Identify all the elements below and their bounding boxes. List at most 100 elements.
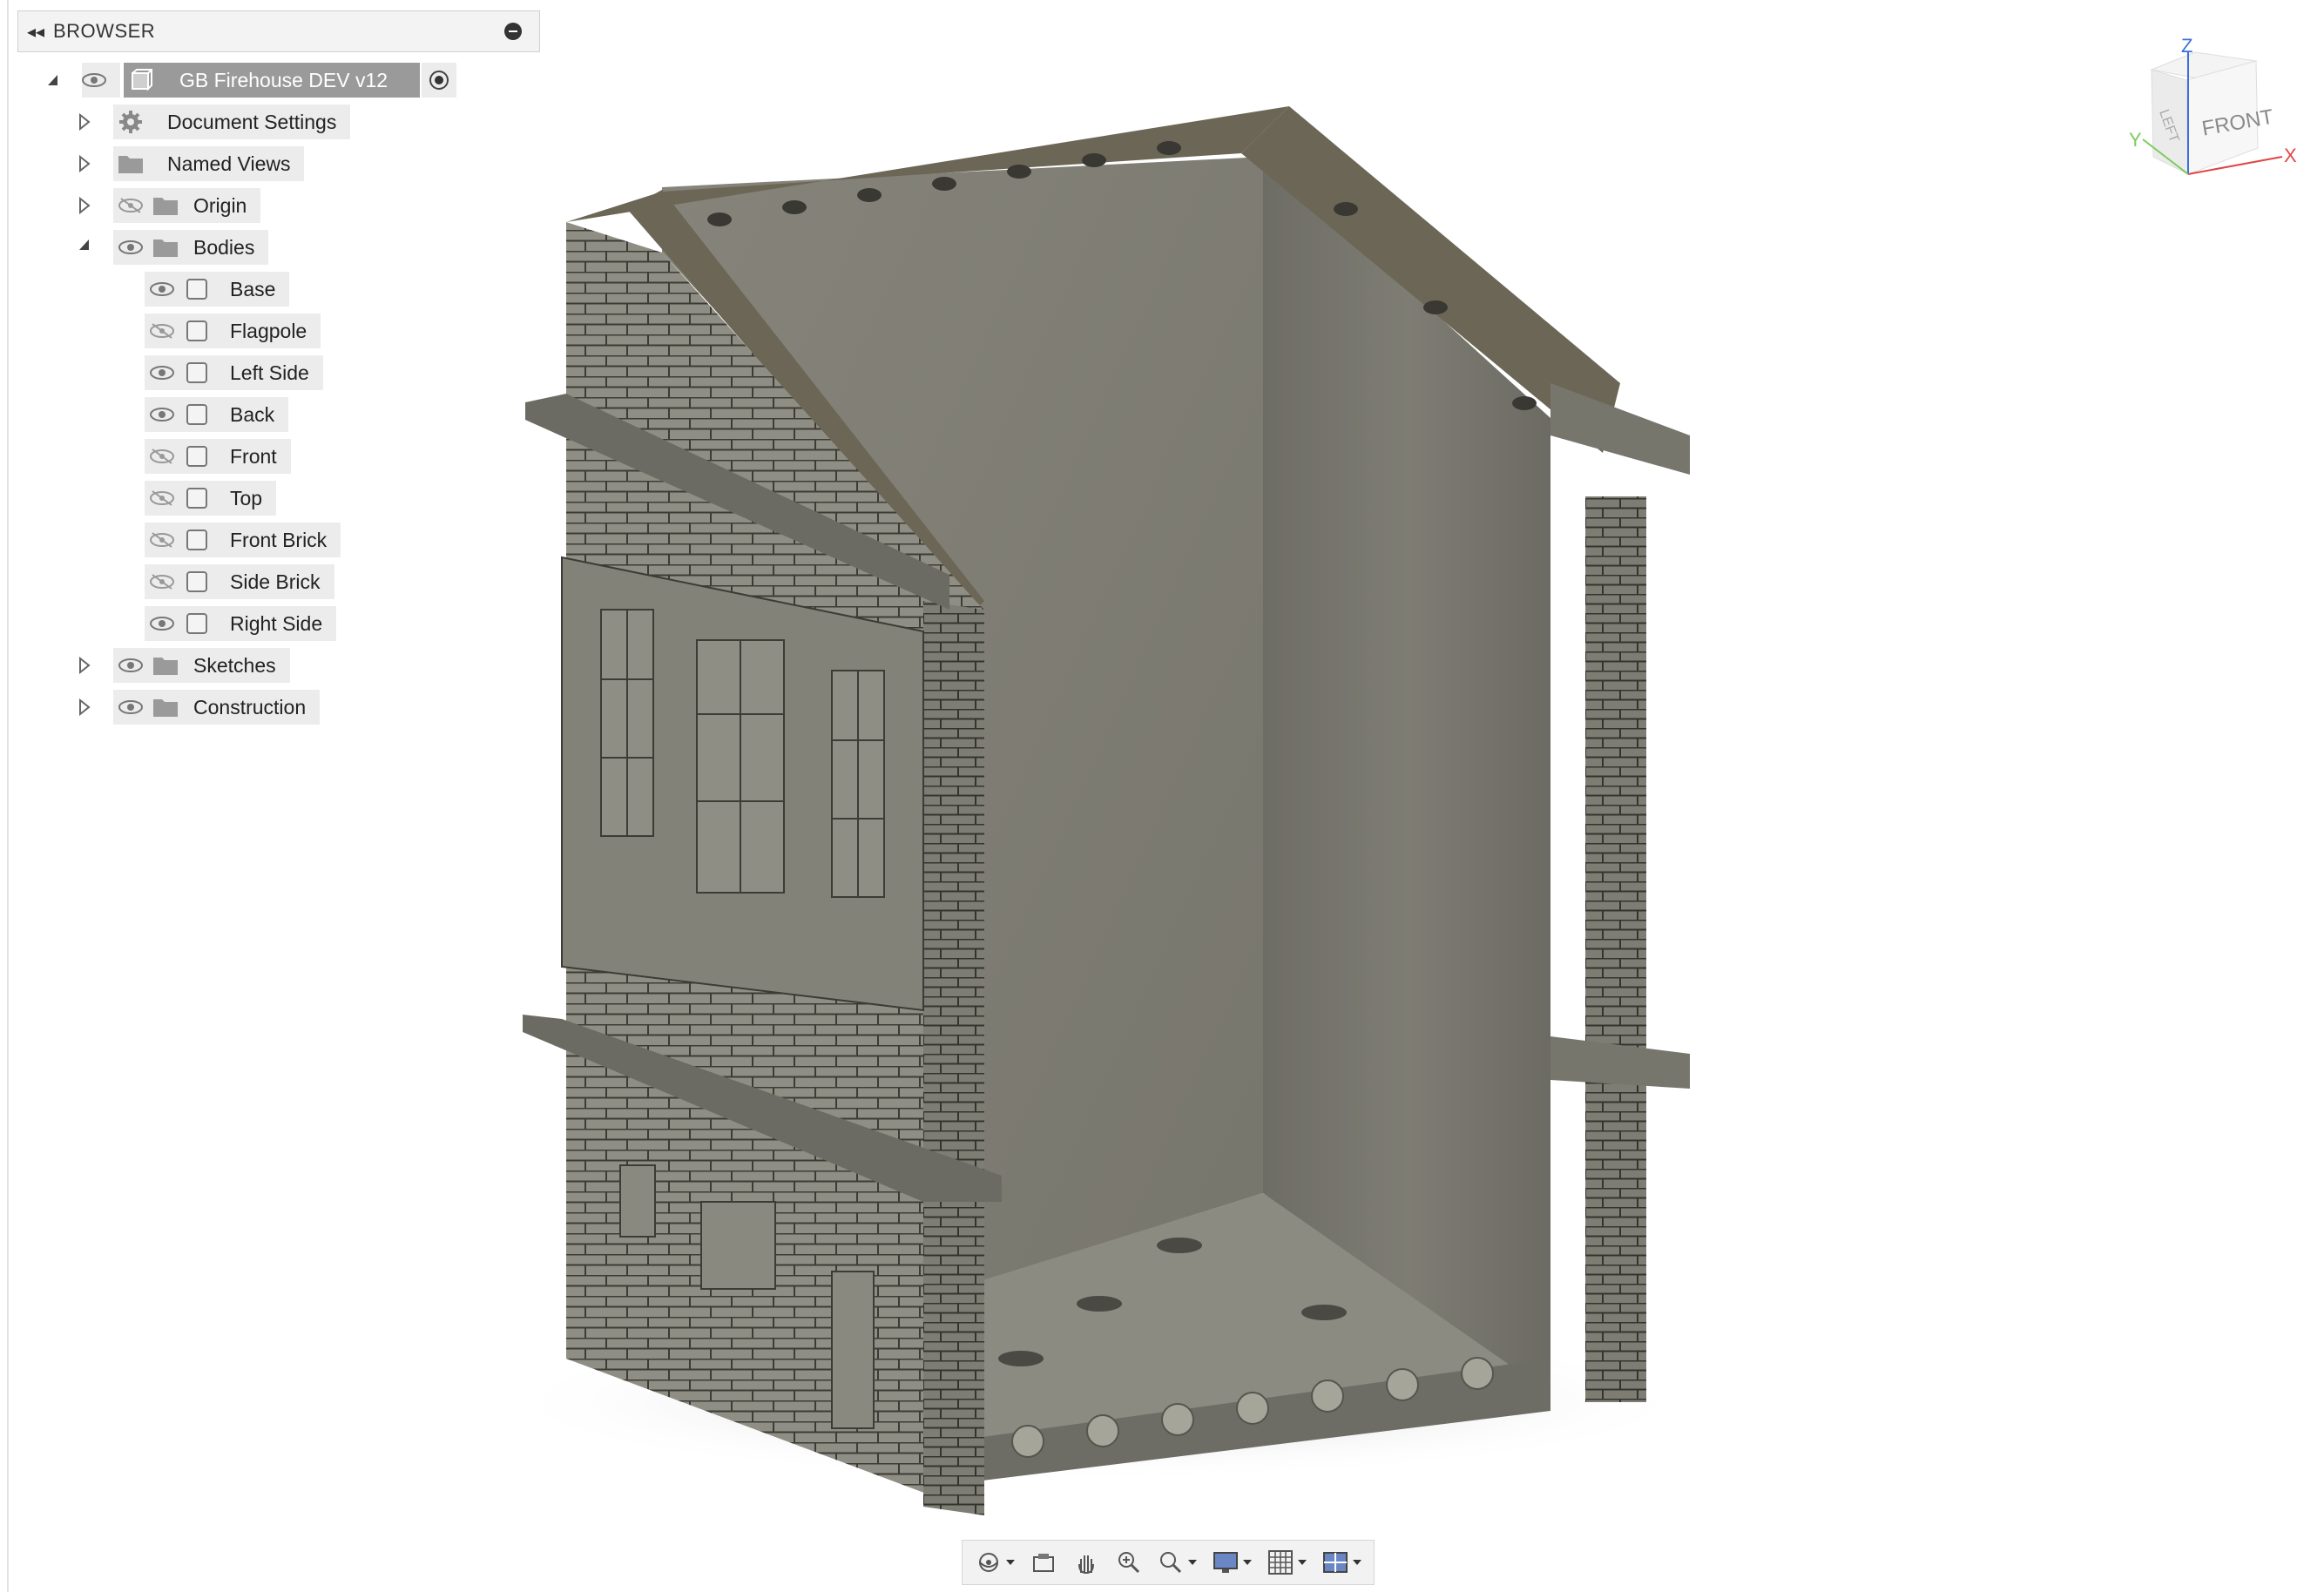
- grid-settings-button[interactable]: [1267, 1545, 1307, 1580]
- tree-item-right-side[interactable]: Right Side: [145, 606, 337, 641]
- expand-triangle-icon[interactable]: [78, 656, 94, 676]
- axis-z-label: Z: [2181, 35, 2192, 57]
- expand-triangle-icon[interactable]: [78, 112, 94, 132]
- folder-icon: [113, 146, 148, 181]
- eye-icon[interactable]: [145, 397, 179, 432]
- browser-title: BROWSER: [53, 20, 156, 42]
- tree-item-label: Front Brick: [230, 528, 328, 551]
- collapse-panel-icon[interactable]: ◂◂: [18, 21, 53, 43]
- orbit-button[interactable]: [975, 1545, 1016, 1580]
- eye-hidden-icon[interactable]: [145, 439, 179, 474]
- component-icon: [124, 63, 159, 98]
- gear-icon: [113, 105, 148, 139]
- body-icon: [179, 481, 214, 516]
- eye-hidden-icon[interactable]: [145, 314, 179, 348]
- folder-icon: [148, 230, 183, 265]
- tree-item-front[interactable]: Front: [145, 439, 291, 474]
- tree-item-label: Sketches: [193, 653, 276, 677]
- display-settings-button[interactable]: [1212, 1545, 1253, 1580]
- body-icon: [179, 397, 214, 432]
- body-icon: [179, 564, 214, 599]
- expand-triangle-icon[interactable]: [78, 698, 94, 718]
- body-icon: [179, 606, 214, 641]
- chevron-down-icon[interactable]: [1006, 1560, 1016, 1565]
- browser-panel-header: ◂◂ BROWSER: [17, 10, 540, 52]
- tree-item-left-side[interactable]: Left Side: [145, 355, 323, 390]
- chevron-down-icon[interactable]: [1243, 1560, 1253, 1565]
- tree-item-named-views[interactable]: Named Views: [113, 146, 305, 181]
- orbit-icon: [979, 1553, 999, 1572]
- body-icon: [179, 523, 214, 557]
- tree-item-label: Top: [230, 486, 263, 509]
- fit-button[interactable]: [1157, 1545, 1198, 1580]
- tree-item-label: Document Settings: [167, 110, 337, 133]
- eye-icon[interactable]: [145, 272, 179, 307]
- eye-hidden-icon[interactable]: [145, 523, 179, 557]
- viewports-button[interactable]: [1321, 1545, 1361, 1580]
- pan-icon: [1078, 1555, 1094, 1575]
- tree-item-label: Left Side: [230, 361, 309, 384]
- tree-root-item[interactable]: GB Firehouse DEV v12: [124, 63, 420, 98]
- body-icon: [179, 439, 214, 474]
- eye-icon[interactable]: [113, 690, 148, 725]
- eye-icon[interactable]: [145, 606, 179, 641]
- display-settings-icon: [1213, 1552, 1239, 1573]
- tree-item-bodies[interactable]: Bodies: [113, 230, 269, 265]
- tree-item-document-settings[interactable]: Document Settings: [113, 105, 351, 139]
- eye-icon[interactable]: [113, 648, 148, 683]
- root-eye-cell[interactable]: [82, 63, 120, 98]
- eye-icon[interactable]: [145, 355, 179, 390]
- body-icon: [179, 355, 214, 390]
- tree-item-label: Origin: [193, 193, 247, 217]
- grid-icon: [1267, 1550, 1293, 1575]
- look-at-button[interactable]: [1030, 1545, 1057, 1580]
- eye-hidden-icon[interactable]: [145, 481, 179, 516]
- right-brick-column: [1585, 496, 1646, 1402]
- 3d-viewport[interactable]: [0, 0, 2324, 1592]
- tree-item-label: Named Views: [167, 152, 291, 175]
- chevron-down-icon[interactable]: [1352, 1560, 1361, 1565]
- folder-icon: [148, 188, 183, 223]
- tree-item-label: Side Brick: [230, 570, 321, 593]
- expand-triangle-icon[interactable]: [78, 196, 94, 216]
- tree-item-top[interactable]: Top: [145, 481, 277, 516]
- tree-item-base[interactable]: Base: [145, 272, 290, 307]
- tree-item-label: Right Side: [230, 611, 323, 635]
- axis-y-label: Y: [2129, 129, 2142, 151]
- eye-icon[interactable]: [113, 230, 148, 265]
- tree-item-label: Construction: [193, 695, 307, 718]
- tree-item-side-brick[interactable]: Side Brick: [145, 564, 334, 599]
- tree-item-label: Flagpole: [230, 319, 307, 342]
- tree-item-back[interactable]: Back: [145, 397, 289, 432]
- tree-item-origin[interactable]: Origin: [113, 188, 261, 223]
- axis-x-label: X: [2284, 145, 2297, 166]
- tree-item-label: Bodies: [193, 235, 255, 259]
- chevron-down-icon[interactable]: [1297, 1560, 1307, 1565]
- body-icon: [179, 272, 214, 307]
- eye-icon[interactable]: [82, 63, 106, 98]
- folder-icon: [148, 690, 183, 725]
- tree-item-sketches[interactable]: Sketches: [113, 648, 290, 683]
- tree-item-flagpole[interactable]: Flagpole: [145, 314, 321, 348]
- tree-item-construction[interactable]: Construction: [113, 690, 321, 725]
- viewports-icon: [1322, 1552, 1348, 1573]
- minimize-icon[interactable]: [504, 23, 522, 40]
- navigation-toolbar: [962, 1540, 1375, 1585]
- left-corner-column: [923, 601, 984, 1515]
- expand-triangle-icon[interactable]: [45, 71, 61, 90]
- zoom-button[interactable]: [1115, 1545, 1143, 1580]
- eye-hidden-icon[interactable]: [145, 564, 179, 599]
- zoom-icon: [1118, 1552, 1139, 1574]
- view-cube[interactable]: FRONT LEFT Z X Y: [2125, 35, 2308, 192]
- chevron-down-icon[interactable]: [1188, 1560, 1198, 1565]
- pan-button[interactable]: [1072, 1545, 1100, 1580]
- folder-icon: [148, 648, 183, 683]
- body-icon: [179, 314, 214, 348]
- tree-item-label: Front: [230, 444, 277, 468]
- tree-item-label: Base: [230, 277, 276, 300]
- activate-radio-icon[interactable]: [422, 63, 456, 98]
- tree-item-front-brick[interactable]: Front Brick: [145, 523, 341, 557]
- expand-triangle-icon[interactable]: [78, 154, 94, 174]
- eye-hidden-icon[interactable]: [113, 188, 148, 223]
- collapse-triangle-icon[interactable]: [78, 239, 94, 258]
